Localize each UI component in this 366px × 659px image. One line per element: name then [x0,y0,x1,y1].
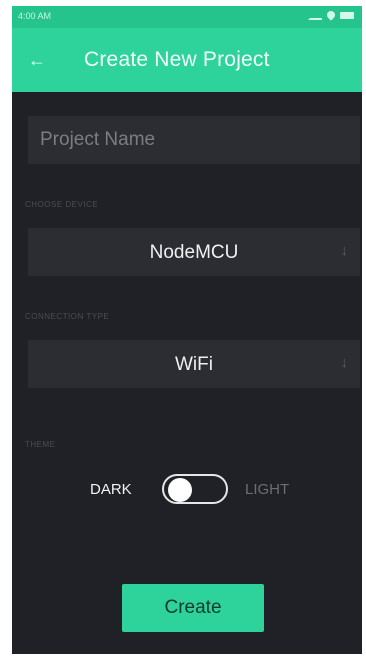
connection-value: WiFi [175,354,213,375]
page-title: Create New Project [84,48,270,71]
theme-light-label: LIGHT [245,481,290,498]
status-time: 4:00 AM [18,11,52,21]
device-select[interactable]: NodeMCU ↓ [28,228,360,276]
theme-toggle[interactable] [162,474,228,504]
signal-icon [308,10,322,20]
theme-label: THEME [25,440,56,449]
back-arrow-icon[interactable]: ← [26,49,48,71]
project-name-input[interactable]: Project Name [28,116,360,164]
choose-device-label: CHOOSE DEVICE [25,200,99,209]
battery-icon [340,11,354,19]
project-name-placeholder: Project Name [40,129,156,150]
app-bar: ← Create New Project [12,28,362,92]
connection-type-label: CONNECTION TYPE [25,312,110,321]
status-bar: 4:00 AM [12,6,362,28]
wifi-icon [325,9,337,21]
connection-type-select[interactable]: WiFi ↓ [28,340,360,388]
toggle-knob [168,478,192,502]
device-value: NodeMCU [149,242,239,263]
theme-dark-label: DARK [90,481,132,498]
arrow-down-icon: ↓ [340,354,349,371]
phone-screen: 4:00 AM ← Create New Project Project Nam… [12,6,362,654]
theme-row: DARK LIGHT [12,471,362,511]
arrow-down-icon: ↓ [340,242,349,259]
create-button[interactable]: Create [122,584,264,632]
status-icons [308,9,354,21]
